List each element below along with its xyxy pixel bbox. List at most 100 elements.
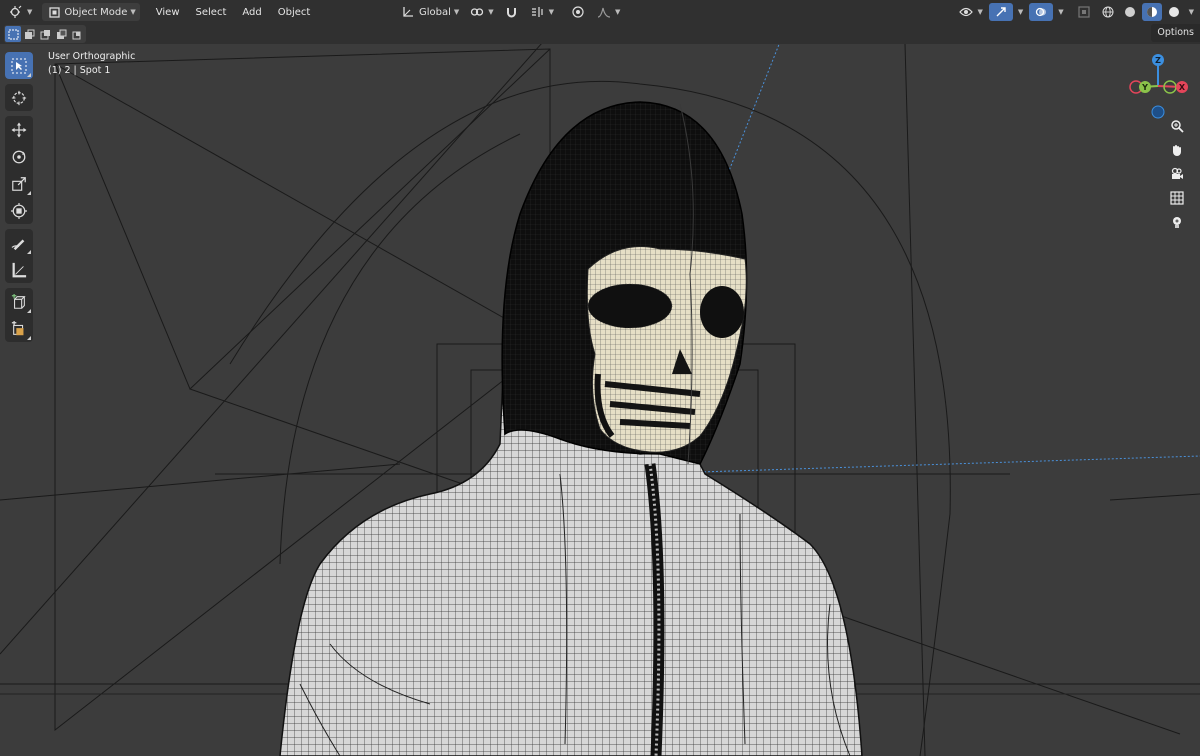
- chevron-down-icon: ▼: [130, 8, 136, 16]
- overlays-icon: [1033, 4, 1049, 20]
- scale-icon: [11, 176, 27, 192]
- proportional-edit-toggle[interactable]: [566, 3, 590, 21]
- select-new-icon[interactable]: [5, 26, 21, 42]
- perspective-toggle-button[interactable]: [1165, 186, 1189, 209]
- menu-add[interactable]: Add: [234, 7, 269, 18]
- measure-tool[interactable]: [5, 256, 33, 283]
- overlays-toggle[interactable]: [1029, 3, 1054, 21]
- transform-orientation-dropdown[interactable]: Global ▼: [396, 3, 463, 21]
- cursor-icon: [11, 58, 27, 74]
- proportional-edit-icon: [570, 4, 586, 20]
- falloff-dropdown[interactable]: ▼: [592, 3, 624, 21]
- chevron-down-icon[interactable]: ▼: [1189, 8, 1194, 16]
- crosshair-icon: [11, 90, 27, 106]
- xray-toggle[interactable]: [1072, 3, 1096, 21]
- move-tool[interactable]: [5, 116, 33, 143]
- zoom-button[interactable]: [1165, 114, 1189, 137]
- rendered-shading-button[interactable]: [1164, 3, 1184, 21]
- pencil-icon: [11, 235, 27, 251]
- chevron-down-icon[interactable]: ▼: [1058, 8, 1063, 16]
- cube-add-icon: [11, 293, 27, 310]
- wireframe-shading-button[interactable]: [1098, 3, 1118, 21]
- ruler-icon: [11, 262, 27, 278]
- neg-z-handle[interactable]: [1151, 105, 1165, 119]
- tool-group-annotate: [5, 229, 33, 283]
- viewport-info: User Orthographic (1) 2 | Spot 1: [48, 50, 135, 78]
- navigation-gizmo[interactable]: Z Y X: [1122, 52, 1192, 122]
- move-arrows-icon: [11, 122, 27, 138]
- chevron-down-icon: ▼: [488, 8, 494, 16]
- cursor-tool[interactable]: [5, 84, 33, 111]
- menu-select[interactable]: Select: [188, 7, 235, 18]
- xray-icon: [1076, 4, 1092, 20]
- editor-type-button[interactable]: ▼: [4, 3, 36, 21]
- x-label: X: [1179, 83, 1186, 92]
- tool-group-cursor: [5, 84, 33, 111]
- material-shading-button[interactable]: [1141, 3, 1162, 21]
- orientation-label: Global: [418, 6, 451, 18]
- light-icon: [1169, 214, 1185, 230]
- context-line: (1) 2 | Spot 1: [48, 65, 111, 76]
- add-object-tool[interactable]: [5, 315, 33, 342]
- rotate-icon: [11, 149, 27, 165]
- snap-increment-icon: [530, 4, 546, 20]
- right-eye-socket: [700, 286, 744, 338]
- tool-group-add: [5, 288, 33, 342]
- select-subtract-icon[interactable]: [37, 26, 53, 42]
- scene-canvas: [0, 44, 1200, 756]
- mode-dropdown[interactable]: Object Mode ▼: [42, 3, 140, 21]
- 3d-viewport[interactable]: User Orthographic (1) 2 | Spot 1 Z Y X: [0, 44, 1200, 756]
- rotate-tool[interactable]: [5, 143, 33, 170]
- menu-object[interactable]: Object: [270, 7, 319, 18]
- y-label: Y: [1141, 83, 1148, 92]
- transform-icon: [11, 202, 27, 219]
- tool-group-select: [5, 52, 33, 79]
- tool-settings-bar: [0, 24, 1200, 44]
- grid-icon: [1169, 190, 1185, 206]
- chevron-down-icon: ▼: [27, 8, 33, 16]
- axes-icon: [400, 4, 416, 20]
- material-sphere-icon: [1144, 4, 1160, 20]
- solid-sphere-icon: [1122, 4, 1138, 20]
- add-cube-tool[interactable]: [5, 288, 33, 315]
- navigation-controls: [1164, 114, 1190, 233]
- falloff-curve-icon: [596, 4, 612, 20]
- light-toggle-button[interactable]: [1165, 210, 1189, 233]
- skull-face-mesh: [586, 246, 747, 453]
- eye-icon: [958, 4, 974, 20]
- object-mode-icon: [46, 4, 62, 20]
- select-invert-icon[interactable]: [53, 26, 69, 42]
- select-extend-icon[interactable]: [21, 26, 37, 42]
- gizmo-arrow-icon: [993, 4, 1009, 20]
- transform-tool[interactable]: [5, 197, 33, 224]
- zoom-icon: [1169, 118, 1185, 134]
- annotate-tool[interactable]: [5, 229, 33, 256]
- chevron-down-icon: ▼: [453, 8, 460, 16]
- menu-view[interactable]: View: [148, 7, 188, 18]
- scale-tool[interactable]: [5, 170, 33, 197]
- editor-type-icon: [8, 4, 24, 20]
- pivot-point-dropdown[interactable]: ▼: [465, 3, 497, 21]
- solid-shading-button[interactable]: [1120, 3, 1140, 21]
- z-label: Z: [1155, 56, 1161, 65]
- camera-view-button[interactable]: [1165, 162, 1189, 185]
- snap-toggle[interactable]: [500, 3, 524, 21]
- camera-icon: [1169, 166, 1185, 182]
- mode-label: Object Mode: [64, 6, 128, 18]
- visibility-dropdown[interactable]: ▼: [954, 3, 986, 21]
- magnet-icon: [504, 4, 520, 20]
- chevron-down-icon: ▼: [548, 8, 555, 16]
- tool-group-transform: [5, 116, 33, 224]
- gizmo-toggle[interactable]: [988, 3, 1013, 21]
- select-box-tool[interactable]: [5, 52, 33, 79]
- options-tab[interactable]: Options: [1151, 24, 1200, 42]
- wireframe-sphere-icon: [1100, 4, 1116, 20]
- pan-button[interactable]: [1165, 138, 1189, 161]
- chevron-down-icon: ▼: [615, 8, 621, 16]
- view-name: User Orthographic: [48, 51, 136, 62]
- select-intersect-icon[interactable]: [69, 26, 85, 42]
- rendered-sphere-icon: [1166, 4, 1182, 20]
- hand-icon: [1169, 142, 1185, 158]
- snap-target-dropdown[interactable]: ▼: [526, 3, 558, 21]
- chevron-down-icon[interactable]: ▼: [1018, 8, 1023, 16]
